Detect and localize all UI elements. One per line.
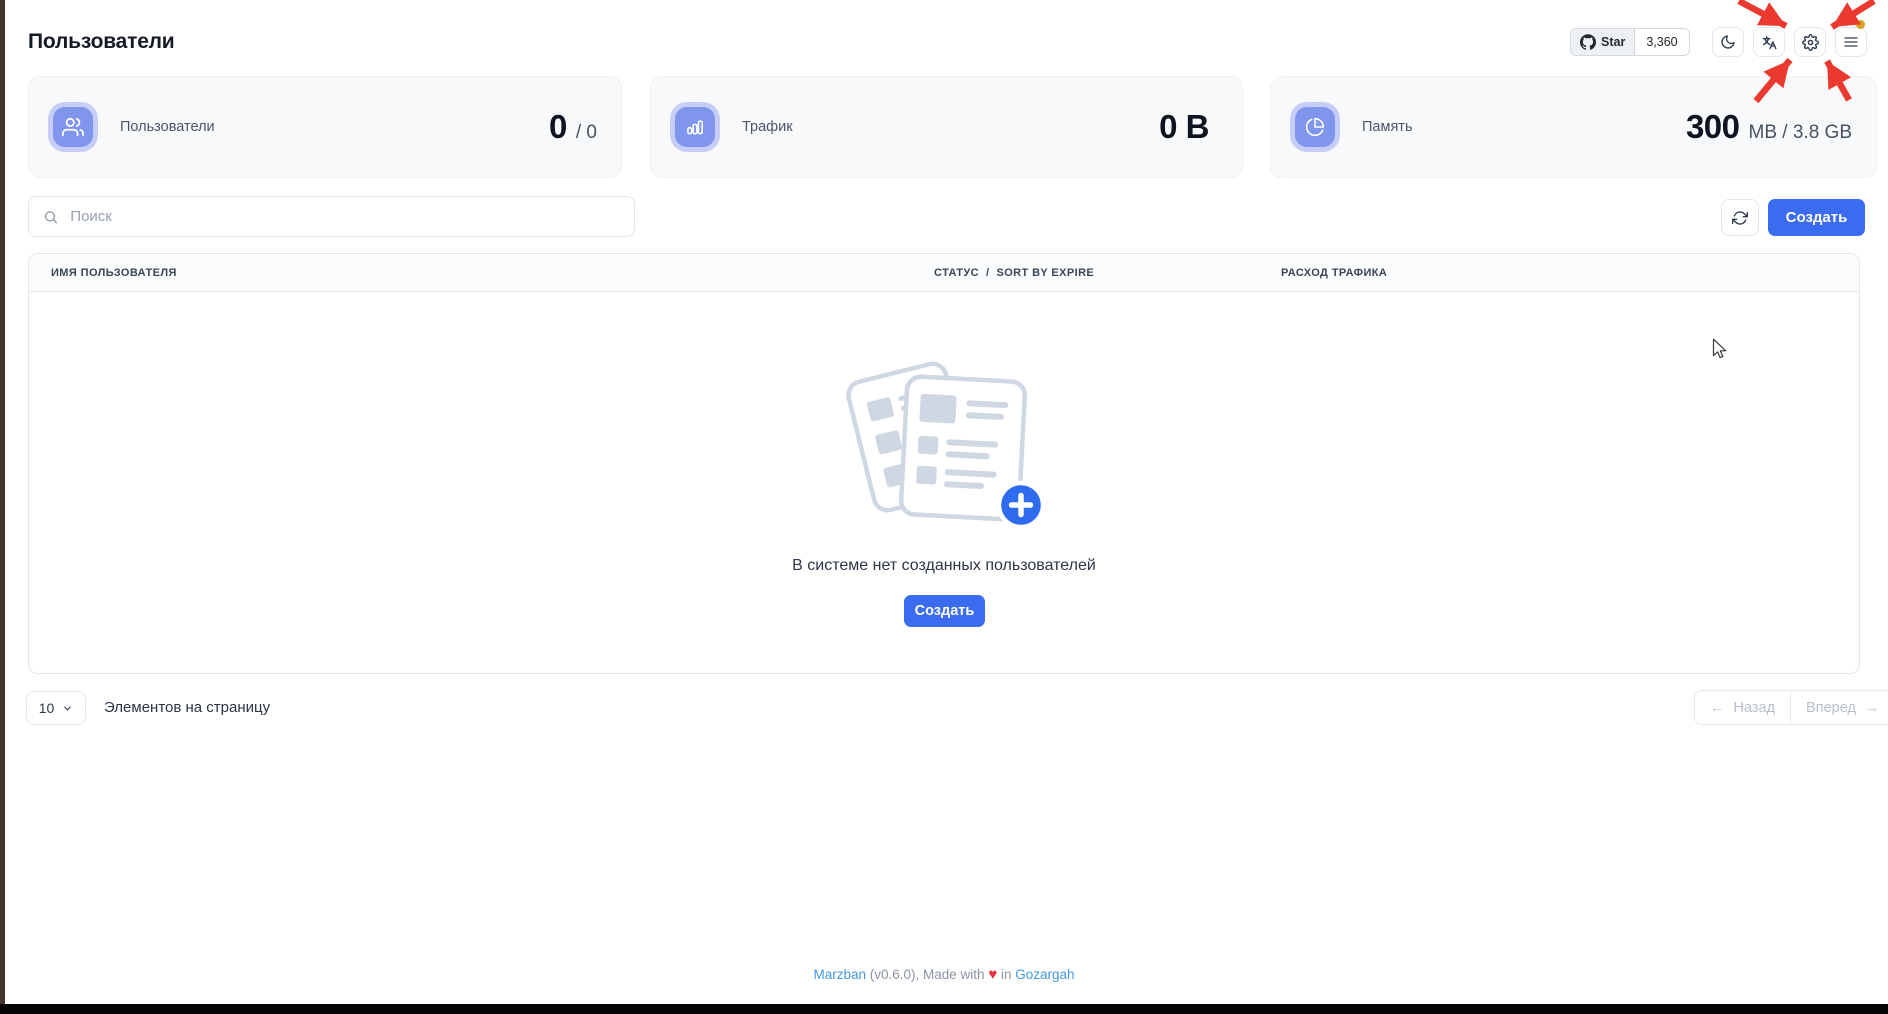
- column-header-traffic-usage: РАСХОД ТРАФИКА: [1281, 254, 1387, 291]
- github-star-count: 3,360: [1635, 29, 1688, 55]
- footer-location-link[interactable]: Gozargah: [1015, 967, 1074, 982]
- notification-dot: [1856, 20, 1865, 29]
- menu-button[interactable]: [1835, 27, 1867, 57]
- column-header-status[interactable]: СТАТУС: [934, 267, 979, 279]
- search-input-wrapper: [28, 196, 635, 237]
- settings-button[interactable]: [1794, 27, 1826, 57]
- pagination-controls: ← Назад Вперед →: [1694, 690, 1888, 725]
- column-header-username[interactable]: ИМЯ ПОЛЬЗОВАТЕЛЯ: [51, 254, 177, 291]
- annotation-arrow: [1739, 1, 1786, 26]
- github-icon: [1580, 34, 1596, 50]
- gear-icon: [1802, 34, 1819, 51]
- stat-value: 300: [1686, 108, 1740, 146]
- prev-page-button[interactable]: ← Назад: [1695, 691, 1790, 724]
- taskbar-strip: [0, 1004, 1888, 1014]
- page-title: Пользователи: [28, 30, 175, 54]
- window-left-edge: [0, 0, 5, 1014]
- per-page-select[interactable]: 10: [26, 691, 86, 725]
- pie-chart-icon: [1295, 107, 1335, 147]
- empty-state-message: В системе нет созданных пользователей: [28, 557, 1860, 575]
- empty-state-create-button[interactable]: Создать: [904, 595, 985, 627]
- next-page-button[interactable]: Вперед →: [1790, 691, 1888, 724]
- stat-card-traffic: Трафик 0 B: [650, 76, 1243, 178]
- stat-suffix: / 0: [576, 122, 597, 144]
- search-icon: [43, 209, 58, 225]
- footer-in-text: in: [997, 967, 1015, 982]
- github-star-label: Star: [1601, 35, 1625, 49]
- users-icon: [53, 107, 93, 147]
- create-user-button[interactable]: Создать: [1768, 199, 1865, 236]
- footer-text: (v0.6.0), Made with: [866, 967, 988, 982]
- plus-icon: [999, 483, 1043, 527]
- menu-icon: [1843, 34, 1859, 50]
- refresh-button[interactable]: [1721, 199, 1759, 236]
- column-header-sort-by-expire[interactable]: SORT BY EXPIRE: [996, 267, 1094, 279]
- per-page-value: 10: [39, 700, 55, 716]
- search-input[interactable]: [68, 207, 620, 226]
- stat-suffix: MB / 3.8 GB: [1749, 122, 1852, 144]
- stat-card-users: Пользователи 0 / 0: [28, 76, 622, 178]
- language-button[interactable]: [1753, 27, 1785, 57]
- chevron-down-icon: [62, 703, 73, 714]
- stat-card-memory: Память 300 MB / 3.8 GB: [1270, 76, 1877, 178]
- next-page-label: Вперед: [1806, 700, 1856, 716]
- stat-label: Пользователи: [120, 119, 215, 135]
- stat-value: 0: [549, 108, 567, 146]
- bar-chart-icon: [675, 107, 715, 147]
- left-arrow-icon: ←: [1710, 700, 1725, 716]
- column-header-separator: /: [986, 267, 989, 279]
- stat-label: Память: [1362, 119, 1413, 135]
- table-header-row: ИМЯ ПОЛЬЗОВАТЕЛЯ СТАТУС / SORT BY EXPIRE…: [29, 254, 1859, 292]
- footer-brand-link[interactable]: Marzban: [813, 967, 866, 982]
- refresh-icon: [1732, 210, 1748, 226]
- annotation-arrow: [1832, 1, 1874, 27]
- stat-label: Трафик: [742, 119, 793, 135]
- empty-state-illustration: [842, 349, 1052, 539]
- footer: Marzban (v0.6.0), Made with ♥ in Gozarga…: [0, 966, 1888, 983]
- dark-mode-button[interactable]: [1712, 27, 1744, 57]
- translate-icon: [1761, 34, 1778, 51]
- stat-value: 0 B: [1159, 108, 1209, 146]
- heart-icon: ♥: [988, 966, 997, 983]
- right-arrow-icon: →: [1865, 700, 1880, 716]
- github-star-widget[interactable]: Star 3,360: [1570, 28, 1690, 56]
- per-page-label: Элементов на страницу: [104, 699, 270, 716]
- prev-page-label: Назад: [1734, 700, 1776, 716]
- column-header-status-sort[interactable]: СТАТУС / SORT BY EXPIRE: [934, 254, 1094, 291]
- moon-icon: [1720, 34, 1736, 50]
